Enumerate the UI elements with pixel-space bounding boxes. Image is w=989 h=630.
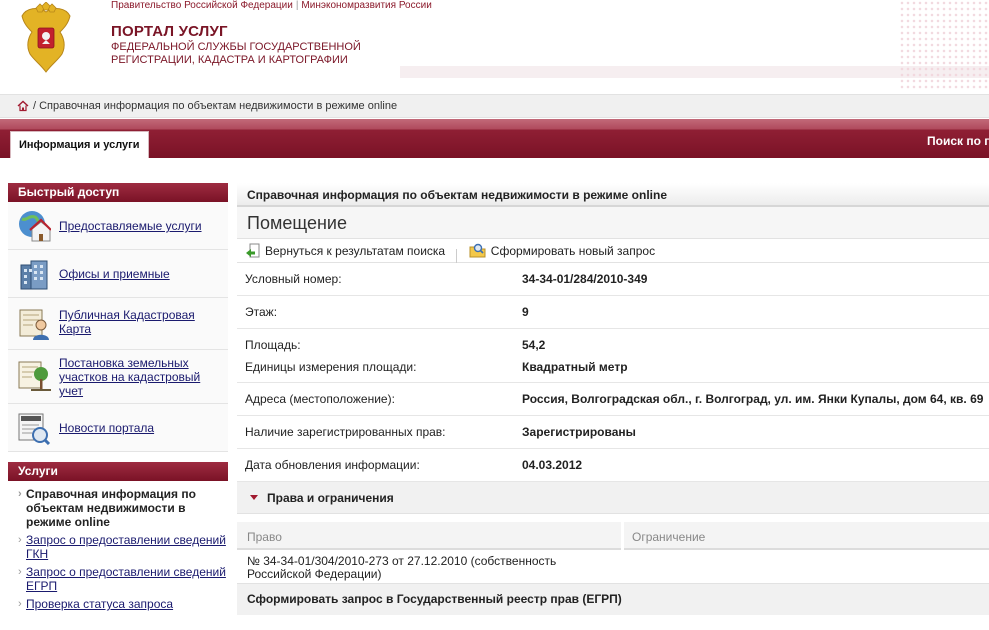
portal-subtitle-line2: РЕГИСТРАЦИИ, КАДАСТРА И КАРТОГРАФИИ <box>111 54 348 66</box>
tab-info-services[interactable]: Информация и услуги <box>10 131 149 158</box>
field-label: Этаж: <box>245 305 278 319</box>
field-label: Единицы измерения площади: <box>245 360 417 374</box>
service-check-status[interactable]: Проверка статуса запроса <box>18 597 228 611</box>
breadcrumb: / Справочная информация по объектам недв… <box>0 94 989 118</box>
site-header: Правительство Российской Федерации | Минэк… <box>0 0 989 90</box>
portal-subtitle: ФЕДЕРАЛЬНОЙ СЛУЖБЫ ГОСУДАРСТВЕННОЙ РЕГИС… <box>111 41 361 67</box>
rights-table-header: Право Ограничение <box>237 522 989 550</box>
right-cell-line2: Российской Федерации) <box>247 567 382 581</box>
page-title: Справочная информация по объектам недвиж… <box>237 183 989 207</box>
services-list: Справочная информация по объектам недвиж… <box>8 481 228 611</box>
field-row-rights-status: Наличие зарегистрированных прав: Зарегис… <box>237 416 989 449</box>
sidebar: Быстрый доступ Предоставляемые услуги Оф… <box>8 183 228 615</box>
back-to-results-label: Вернуться к результатам поиска <box>265 244 446 258</box>
home-icon[interactable] <box>17 100 29 112</box>
quick-item-label[interactable]: Новости портала <box>59 421 224 435</box>
quick-item-news[interactable]: Новости портала <box>8 404 228 452</box>
egrp-request-link[interactable]: Сформировать запрос в Государственный ре… <box>237 583 989 615</box>
gov-link[interactable]: Правительство Российской Федерации <box>111 0 293 11</box>
back-to-results-button[interactable]: Вернуться к результатам поиска <box>245 239 445 263</box>
toolbar-divider <box>456 248 458 263</box>
quick-item-land-registration[interactable]: Постановка земельных участков на кадастр… <box>8 350 228 404</box>
land-plot-icon <box>18 361 51 391</box>
quick-access-header: Быстрый доступ <box>8 183 228 202</box>
quick-item-offices[interactable]: Офисы и приемные <box>8 250 228 298</box>
field-label: Дата обновления информации: <box>245 458 420 472</box>
new-request-button[interactable]: Сформировать новый запрос <box>469 239 655 263</box>
quick-item-label[interactable]: Публичная Кадастровая Карта <box>59 308 224 336</box>
nav-search-link[interactable]: Поиск по п <box>927 134 989 148</box>
services-box: Услуги Справочная информация по объектам… <box>8 462 228 611</box>
column-header-restriction: Ограничение <box>624 522 989 550</box>
rights-section-toggle[interactable]: Права и ограничения <box>237 482 989 514</box>
field-value: 34-34-01/284/2010-349 <box>522 272 648 286</box>
cadastral-map-icon <box>19 309 49 340</box>
table-row: № 34-34-01/304/2010-273 от 27.12.2010 (с… <box>237 550 989 583</box>
office-building-icon <box>20 260 48 290</box>
column-header-right: Право <box>237 522 621 550</box>
top-links: Правительство Российской Федерации | Минэк… <box>111 0 432 11</box>
field-row-address: Адреса (местоположение): Россия, Волгогр… <box>237 383 989 416</box>
service-online-info[interactable]: Справочная информация по объектам недвиж… <box>18 487 228 529</box>
coat-of-arms-icon[interactable] <box>18 2 74 74</box>
folder-search-icon <box>469 243 486 258</box>
right-cell: № 34-34-01/304/2010-273 от 27.12.2010 (с… <box>247 555 607 581</box>
field-value: Зарегистрированы <box>522 425 636 439</box>
service-gkn-request[interactable]: Запрос о предоставлении сведений ГКН <box>18 533 228 561</box>
field-value: Квадратный метр <box>522 360 628 374</box>
field-row-floor: Этаж: 9 <box>237 296 989 329</box>
action-toolbar: Вернуться к результатам поиска Сформиров… <box>237 239 989 263</box>
quick-item-cadastral-map[interactable]: Публичная Кадастровая Карта <box>8 298 228 350</box>
rights-section-title: Права и ограничения <box>267 491 394 505</box>
breadcrumb-current: / Справочная информация по объектам недв… <box>33 100 398 112</box>
portal-title[interactable]: ПОРТАЛ УСЛУГ <box>111 23 228 40</box>
portal-subtitle-line1: ФЕДЕРАЛЬНОЙ СЛУЖБЫ ГОСУДАРСТВЕННОЙ <box>111 41 361 53</box>
new-request-label: Сформировать новый запрос <box>490 244 656 258</box>
field-value: 9 <box>522 305 529 319</box>
object-type-title: Помещение <box>237 207 989 239</box>
field-value: 54,2 <box>522 338 546 352</box>
news-icon <box>18 413 51 445</box>
field-row-area: Площадь: 54,2 Единицы измерения площади:… <box>237 329 989 383</box>
main-content: Справочная информация по объектам недвиж… <box>237 183 989 615</box>
back-arrow-icon <box>246 243 260 258</box>
quick-item-services[interactable]: Предоставляемые услуги <box>8 202 228 250</box>
service-egrp-request[interactable]: Запрос о предоставлении сведений ЕГРП <box>18 565 228 593</box>
field-row-update-date: Дата обновления информации: 04.03.2012 <box>237 449 989 482</box>
field-row-cadastral-number: Условный номер: 34-34-01/284/2010-349 <box>237 263 989 296</box>
field-value: Россия, Волгоградская обл., г. Волгоград… <box>522 392 984 406</box>
collapse-triangle-icon <box>250 495 258 500</box>
globe-house-icon <box>19 211 51 242</box>
ministry-link[interactable]: Минэкономразвития России <box>301 0 431 11</box>
quick-item-label[interactable]: Постановка земельных участков на кадастр… <box>59 356 224 398</box>
field-label: Площадь: <box>245 338 301 352</box>
field-value: 04.03.2012 <box>522 458 583 472</box>
field-label: Условный номер: <box>245 272 342 286</box>
quick-item-label[interactable]: Предоставляемые услуги <box>59 219 224 233</box>
services-header: Услуги <box>8 462 228 481</box>
field-label: Наличие зарегистрированных прав: <box>245 425 446 439</box>
quick-item-label[interactable]: Офисы и приемные <box>59 267 224 281</box>
main-navbar: Информация и услуги Поиск по п <box>0 119 989 158</box>
header-pattern <box>899 0 989 90</box>
field-label: Адреса (местоположение): <box>245 392 395 406</box>
